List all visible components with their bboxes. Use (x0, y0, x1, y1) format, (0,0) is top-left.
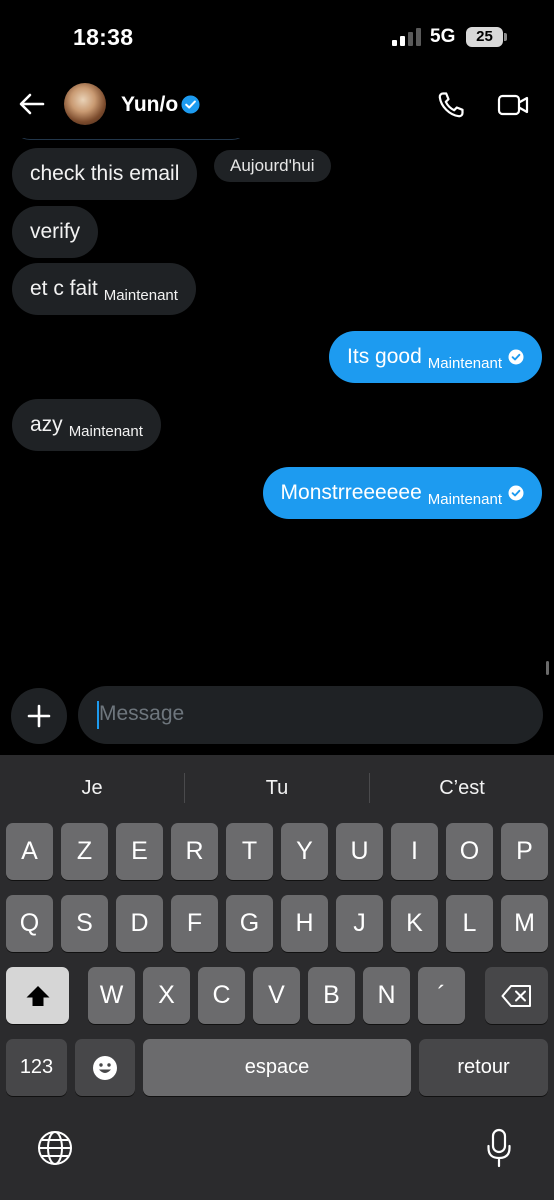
key-x[interactable]: X (143, 967, 190, 1024)
globe-icon[interactable] (37, 1130, 73, 1166)
key-g[interactable]: G (226, 895, 273, 952)
key-m[interactable]: M (501, 895, 548, 952)
key-u[interactable]: U (336, 823, 383, 880)
emoji-key[interactable] (75, 1039, 135, 1096)
key-a[interactable]: A (6, 823, 53, 880)
plus-icon (27, 704, 51, 728)
key-c[interactable]: C (198, 967, 245, 1024)
signal-icon (392, 28, 421, 46)
scrollbar[interactable] (546, 661, 549, 675)
key-z[interactable]: Z (61, 823, 108, 880)
phone-icon[interactable] (436, 90, 466, 120)
key-y[interactable]: Y (281, 823, 328, 880)
delete-key[interactable] (485, 967, 548, 1024)
message-text: verify (30, 220, 81, 243)
contact-name[interactable]: Yun/o (121, 93, 178, 117)
day-separator: Aujourd'hui (214, 150, 331, 182)
key-q[interactable]: Q (6, 895, 53, 952)
message-time: Maintenant (68, 423, 143, 440)
key-s[interactable]: S (61, 895, 108, 952)
message-text: check this email (30, 162, 180, 185)
message-time: Maintenant (103, 287, 178, 304)
key-t[interactable]: T (226, 823, 273, 880)
message-bubble-outgoing[interactable]: Its good Maintenant (329, 331, 542, 383)
video-camera-icon[interactable] (497, 90, 529, 120)
read-receipt-icon (508, 349, 524, 365)
key-b[interactable]: B (308, 967, 355, 1024)
backspace-icon (501, 985, 531, 1008)
conversation-header: Yun/o (0, 72, 554, 138)
key-e[interactable]: E (116, 823, 163, 880)
add-attachment-button[interactable] (11, 688, 67, 744)
message-bubble-incoming[interactable]: verify (12, 206, 99, 258)
key-l[interactable]: L (446, 895, 493, 952)
message-text: Monstrreeeeee (280, 481, 422, 504)
key-r[interactable]: R (171, 823, 218, 880)
message-text: azy (30, 413, 63, 436)
battery-nub (504, 33, 507, 41)
microphone-icon[interactable] (486, 1128, 512, 1168)
numbers-key[interactable]: 123 (6, 1039, 67, 1096)
message-placeholder: Message (99, 702, 185, 725)
message-time: Maintenant (427, 491, 502, 508)
space-key[interactable]: espace (143, 1039, 411, 1096)
message-time: Maintenant (427, 355, 502, 372)
message-bubble-incoming[interactable]: et c fait Maintenant (12, 263, 196, 315)
avatar[interactable] (64, 83, 106, 125)
key-h[interactable]: H (281, 895, 328, 952)
message-bubble-incoming[interactable]: azy Maintenant (12, 399, 161, 451)
message-bubble-incoming[interactable]: check this email (12, 148, 198, 200)
shift-arrow-icon (26, 986, 49, 1007)
status-time: 18:38 (73, 24, 134, 50)
key-f[interactable]: F (171, 895, 218, 952)
return-key[interactable]: retour (419, 1039, 548, 1096)
battery-icon: 25 (466, 27, 503, 47)
key-d[interactable]: D (116, 895, 163, 952)
verified-badge-icon (181, 95, 200, 114)
read-receipt-icon (508, 485, 524, 501)
emoji-icon (93, 1056, 117, 1081)
message-bubble-outgoing[interactable]: Monstrreeeeee Maintenant (262, 467, 542, 519)
message-text: Its good (347, 345, 422, 368)
key-p[interactable]: P (501, 823, 548, 880)
suggestion-item[interactable]: Je (0, 766, 184, 810)
key-w[interactable]: W (88, 967, 135, 1024)
suggestion-item[interactable]: C’est (370, 766, 554, 810)
message-text: et c fait (30, 277, 98, 300)
key-i[interactable]: I (391, 823, 438, 880)
status-bar: 18:38 5G 25 (0, 0, 554, 72)
key-o[interactable]: O (446, 823, 493, 880)
arrow-left-icon (19, 93, 45, 115)
key-k[interactable]: K (391, 895, 438, 952)
back-button[interactable] (14, 86, 50, 122)
shift-key[interactable] (6, 967, 69, 1024)
key-j[interactable]: J (336, 895, 383, 952)
key-n[interactable]: N (363, 967, 410, 1024)
suggestion-item[interactable]: Tu (185, 766, 369, 810)
key-v[interactable]: V (253, 967, 300, 1024)
network-label: 5G (430, 26, 456, 47)
key-accent[interactable]: ´ (418, 967, 465, 1024)
